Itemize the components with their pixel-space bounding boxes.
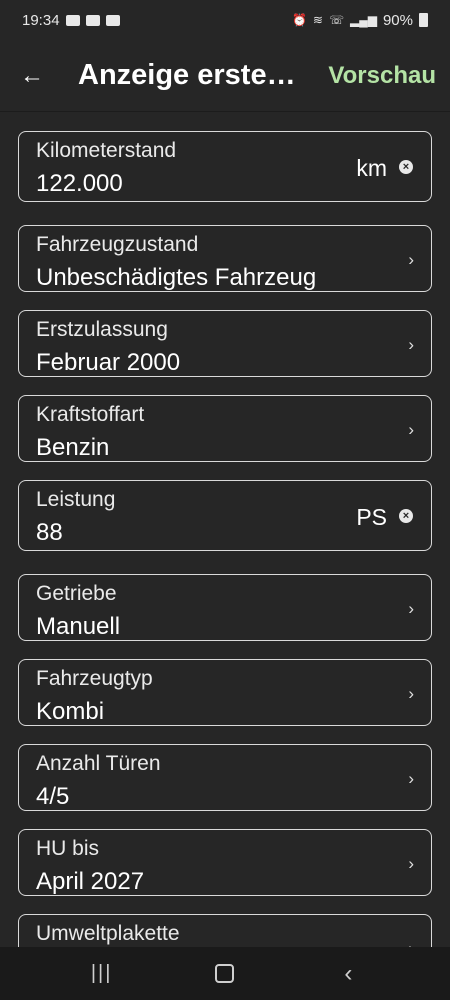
field-label: HU bis — [36, 837, 100, 860]
alarm-icon: ⏰ — [291, 13, 307, 27]
battery-icon — [419, 13, 428, 27]
youtube-notification-icon-2 — [85, 14, 100, 26]
field-door-count[interactable]: Anzahl Türen 4/5 › — [18, 744, 432, 811]
unit-label: PS — [356, 504, 387, 530]
field-label: Fahrzeugzustand — [36, 233, 199, 256]
status-time: 19:34 — [22, 11, 60, 29]
vehicle-details-form: Kilometerstand 122.000 km × Fahrzeugzust… — [18, 131, 432, 947]
field-value[interactable]: 88 — [36, 519, 63, 547]
system-back-button[interactable]: ‹ — [318, 954, 378, 994]
field-value: Februar 2000 — [36, 349, 181, 376]
field-label: Anzahl Türen — [36, 752, 161, 775]
home-button[interactable] — [195, 954, 255, 994]
field-label: Erstzulassung — [36, 318, 168, 341]
field-transmission[interactable]: Getriebe Manuell › — [18, 574, 432, 641]
field-vehicle-condition[interactable]: Fahrzeugzustand Unbeschädigtes Fahrzeug … — [18, 225, 432, 292]
chevron-right-icon: › — [408, 854, 414, 873]
arrow-left-icon: ← — [20, 61, 44, 89]
chevron-right-icon: › — [408, 335, 414, 354]
home-icon — [215, 964, 235, 983]
wifi-icon: ≋ — [312, 13, 323, 27]
recent-apps-icon: ||| — [90, 962, 113, 984]
field-value: Unbeschädigtes Fahrzeug — [36, 264, 317, 291]
gallery-notification-icon — [105, 14, 120, 26]
field-emission-sticker[interactable]: Umweltplakette › — [18, 914, 432, 947]
field-label: Fahrzeugtyp — [36, 667, 153, 690]
preview-button[interactable]: Vorschau — [322, 62, 450, 90]
recent-apps-button[interactable]: ||| — [72, 954, 132, 994]
field-value: Benzin — [36, 434, 110, 461]
clear-icon[interactable]: × — [399, 160, 413, 174]
page-title: Anzeige erste… — [78, 59, 296, 91]
youtube-notification-icon — [65, 14, 80, 26]
field-vehicle-type[interactable]: Fahrzeugtyp Kombi › — [18, 659, 432, 726]
wifi-call-icon: ☏ — [328, 13, 344, 27]
status-left: 19:34 — [22, 12, 120, 29]
chevron-right-icon: › — [408, 250, 414, 269]
back-button[interactable]: ← — [0, 40, 64, 112]
field-value: 4/5 — [36, 783, 70, 810]
chevron-right-icon: › — [408, 769, 414, 788]
field-power[interactable]: Leistung 88 PS × — [18, 480, 432, 551]
field-value: April 2027 — [36, 868, 145, 895]
chevron-left-icon: ‹ — [344, 959, 353, 987]
status-bar: 19:34 ⏰ ≋ ☏ ▂▄▆ 90% — [0, 0, 450, 40]
chevron-right-icon: › — [408, 420, 414, 439]
clear-icon[interactable]: × — [399, 509, 413, 523]
field-value: Kombi — [36, 698, 105, 725]
chevron-right-icon: › — [408, 599, 414, 618]
field-inspection-date[interactable]: HU bis April 2027 › — [18, 829, 432, 896]
field-label: Getriebe — [36, 582, 117, 605]
field-first-registration[interactable]: Erstzulassung Februar 2000 › — [18, 310, 432, 377]
system-nav-bar: ||| ‹ — [0, 947, 450, 1000]
chevron-right-icon: › — [408, 939, 414, 947]
field-label: Kilometerstand — [36, 139, 177, 162]
app-bar: ← Anzeige erste… Vorschau — [0, 40, 450, 112]
unit-label: km — [356, 155, 387, 181]
field-label: Umweltplakette — [36, 922, 180, 945]
field-label: Kraftstoffart — [36, 403, 145, 426]
field-mileage[interactable]: Kilometerstand 122.000 km × — [18, 131, 432, 202]
field-fuel-type[interactable]: Kraftstoffart Benzin › — [18, 395, 432, 462]
field-value: Manuell — [36, 613, 121, 640]
signal-icon: ▂▄▆ — [350, 13, 377, 27]
field-value[interactable]: 122.000 — [36, 170, 123, 198]
status-right: ⏰ ≋ ☏ ▂▄▆ 90% — [292, 12, 428, 29]
field-label: Leistung — [36, 488, 116, 511]
chevron-right-icon: › — [408, 684, 414, 703]
battery-percent: 90% — [382, 11, 413, 29]
